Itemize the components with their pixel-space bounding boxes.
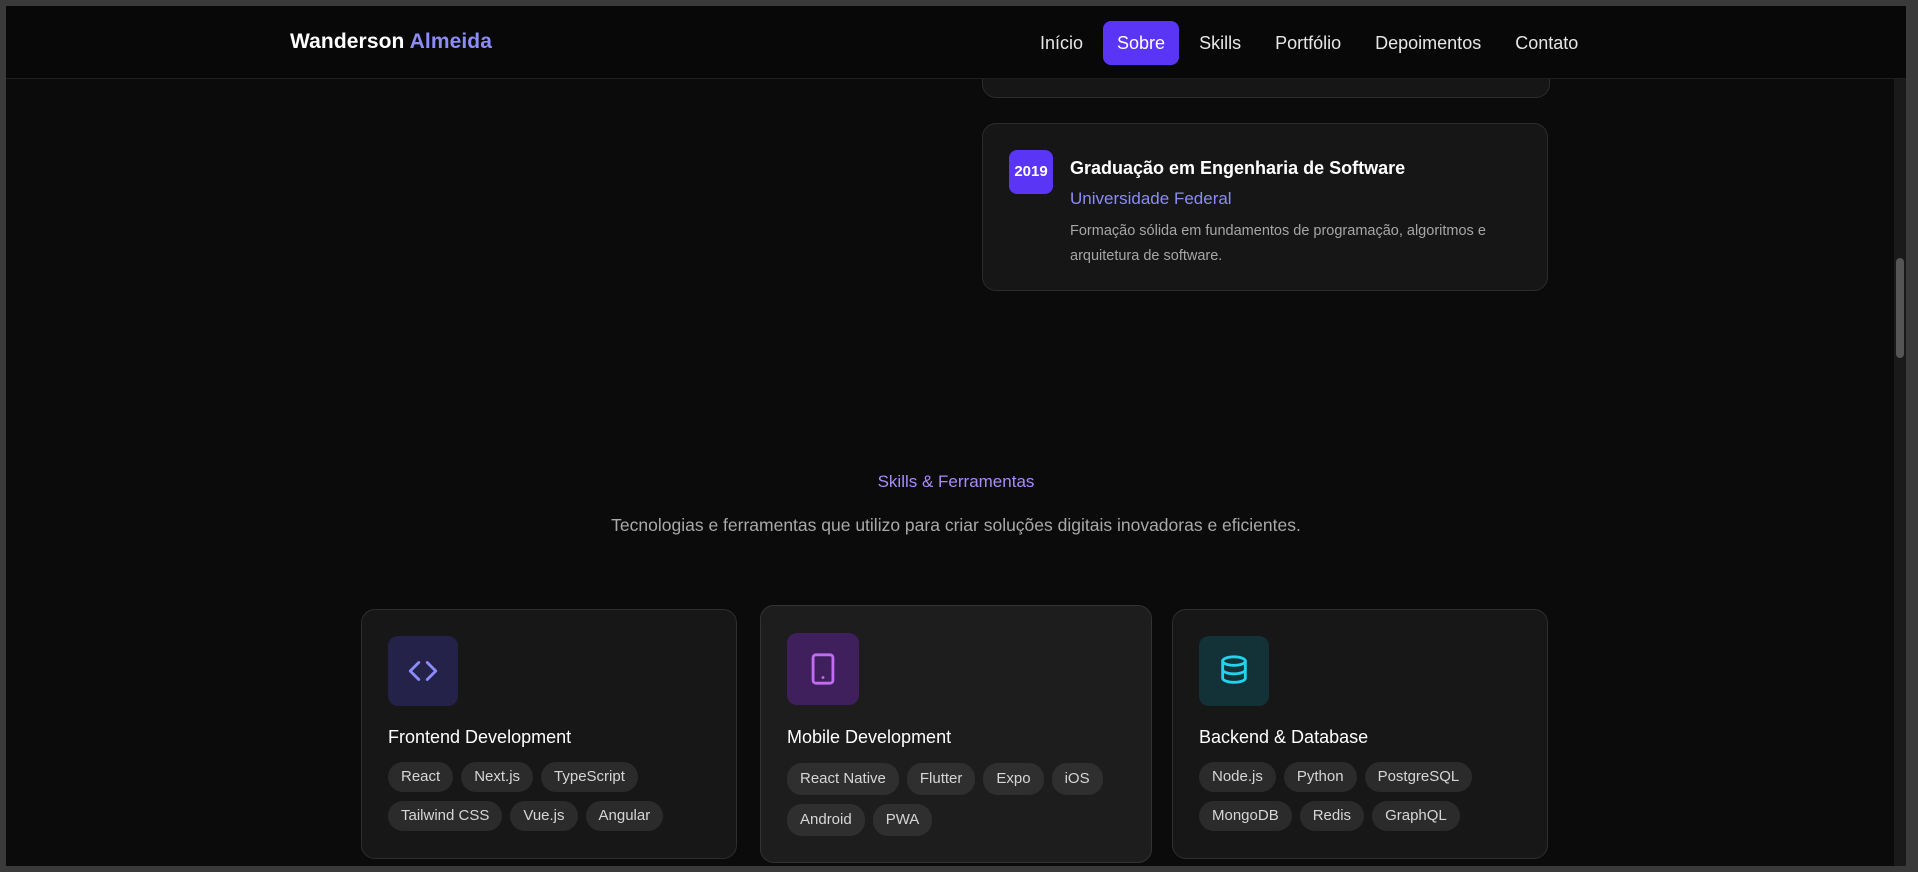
timeline-card-education: 2019 Graduação em Engenharia de Software… — [982, 123, 1548, 291]
skill-card-frontend: Frontend Development React Next.js TypeS… — [361, 609, 737, 859]
nav-item-inicio[interactable]: Início — [1026, 21, 1097, 65]
education-description: Formação sólida em fundamentos de progra… — [1070, 223, 1486, 264]
skill-tag[interactable]: TypeScript — [541, 762, 638, 792]
skill-tag[interactable]: PWA — [872, 804, 933, 836]
database-icon — [1199, 636, 1269, 706]
year-badge: 2019 — [1009, 150, 1053, 194]
nav-item-portfolio[interactable]: Portfólio — [1261, 21, 1355, 65]
skill-card-title: Frontend Development — [388, 727, 572, 747]
education-institution: Universidade Federal — [1070, 189, 1232, 208]
tablet-icon — [787, 633, 859, 705]
brand-last-name: Almeida — [409, 30, 493, 53]
skill-tag[interactable]: Redis — [1299, 801, 1365, 831]
skill-tag[interactable]: Node.js — [1199, 762, 1276, 792]
skill-tag[interactable]: GraphQL — [1372, 801, 1460, 831]
scrollbar-thumb[interactable] — [1896, 258, 1904, 358]
skill-tag[interactable]: MongoDB — [1199, 801, 1292, 831]
nav-item-sobre[interactable]: Sobre — [1103, 21, 1180, 65]
skill-card-mobile: Mobile Development React Native Flutter … — [760, 605, 1152, 863]
skill-tag[interactable]: Android — [787, 804, 865, 836]
skill-tag[interactable]: Python — [1283, 762, 1357, 792]
brand-logo[interactable]: Wanderson Almeida — [290, 30, 492, 54]
skill-tag[interactable]: Next.js — [461, 762, 534, 792]
skill-tag[interactable]: React — [388, 762, 454, 792]
main-nav: Início Sobre Skills Portfólio Depoimento… — [1026, 21, 1592, 65]
skill-tag[interactable]: iOS — [1051, 763, 1103, 795]
page-scrollbar[interactable] — [1894, 78, 1906, 866]
skill-tag[interactable]: Tailwind CSS — [388, 801, 503, 831]
skills-section-subtitle: Tecnologias e ferramentas que utilizo pa… — [611, 515, 1301, 535]
skill-card-title: Mobile Development — [787, 727, 952, 747]
nav-item-skills[interactable]: Skills — [1185, 21, 1255, 65]
skill-tags: React Next.js TypeScript Tailwind CSS Vu… — [388, 762, 716, 831]
brand-first-name: Wanderson — [290, 30, 405, 53]
skill-tag[interactable]: React Native — [787, 763, 899, 795]
skill-tags: Node.js Python PostgreSQL MongoDB Redis … — [1199, 762, 1527, 831]
nav-item-depoimentos[interactable]: Depoimentos — [1361, 21, 1495, 65]
browser-viewport: Wanderson Almeida Início Sobre Skills Po… — [6, 6, 1906, 866]
skill-card-backend: Backend & Database Node.js Python Postgr… — [1172, 609, 1548, 859]
skill-tag[interactable]: Expo — [983, 763, 1044, 795]
skills-section-kicker: Skills & Ferramentas — [877, 472, 1035, 491]
skill-tag[interactable]: PostgreSQL — [1364, 762, 1473, 792]
nav-item-contato[interactable]: Contato — [1501, 21, 1592, 65]
education-title: Graduação em Engenharia de Software — [1070, 158, 1406, 178]
skill-tag[interactable]: Angular — [585, 801, 664, 831]
skill-tag[interactable]: Flutter — [906, 763, 976, 795]
top-navbar: Wanderson Almeida Início Sobre Skills Po… — [6, 6, 1906, 79]
skill-card-title: Backend & Database — [1199, 727, 1369, 747]
code-icon — [388, 636, 458, 706]
skill-tags: React Native Flutter Expo iOS Android PW… — [787, 763, 1131, 836]
skill-tag[interactable]: Vue.js — [510, 801, 578, 831]
